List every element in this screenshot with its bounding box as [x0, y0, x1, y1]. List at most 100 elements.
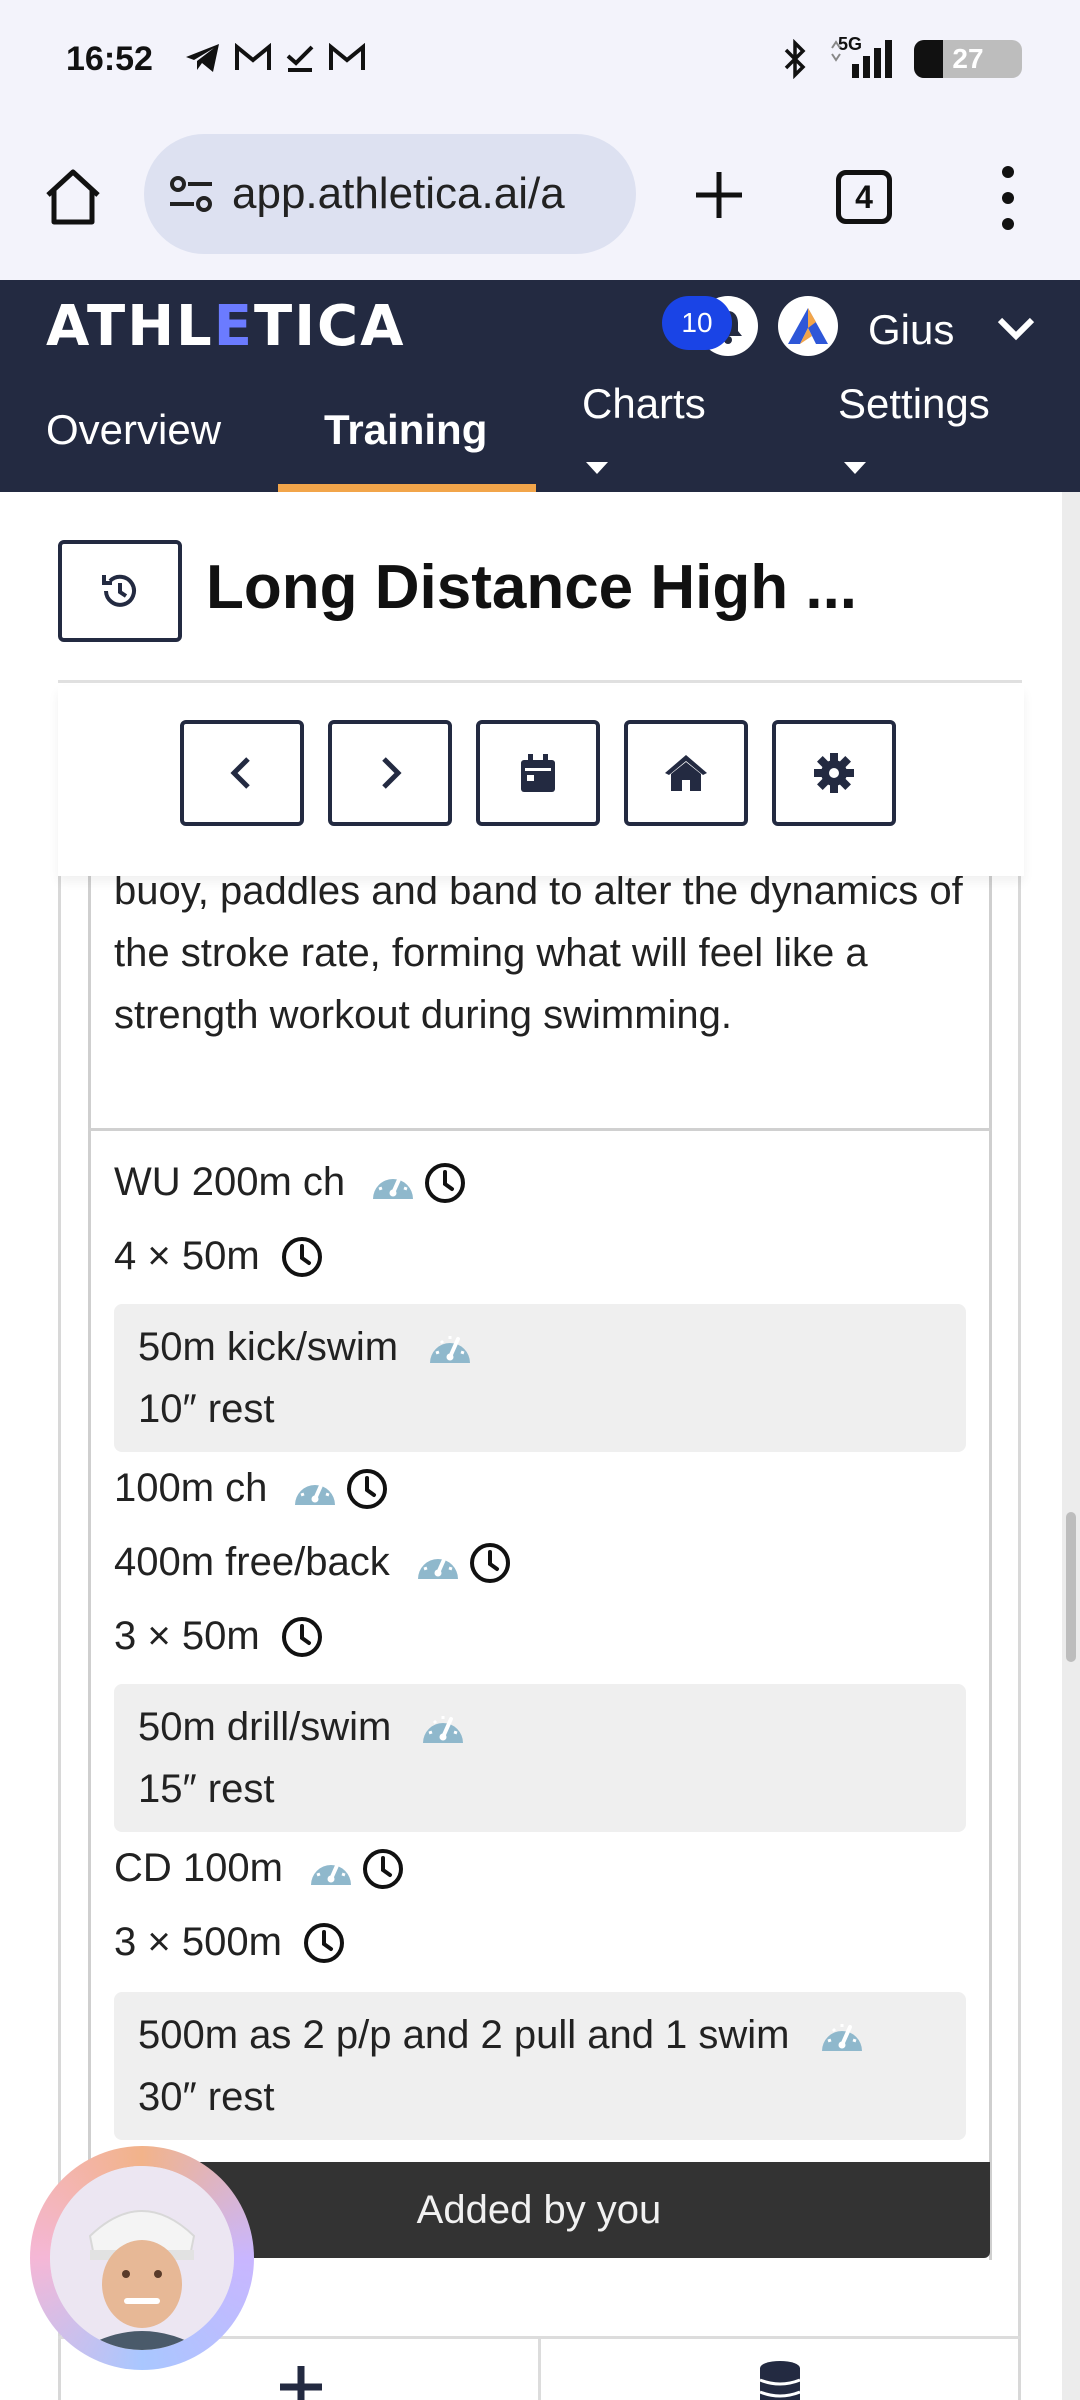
workout-toolbar	[58, 686, 1024, 876]
chevron-right-icon	[382, 757, 402, 789]
athletica-logo[interactable]: ATHLETICA	[46, 294, 406, 359]
notification-icons	[184, 42, 366, 74]
notification-badge: 10	[662, 296, 732, 350]
system-icons: 5G 27	[782, 34, 1022, 80]
gmail-icon	[329, 43, 365, 70]
check-download-icon	[286, 45, 314, 72]
user-avatar[interactable]	[778, 296, 838, 356]
calendar-icon	[521, 754, 555, 792]
scrollbar-thumb[interactable]	[1066, 1512, 1076, 1662]
database-icon	[759, 2361, 801, 2400]
plus-icon	[280, 2366, 322, 2400]
gauge-icon[interactable]	[369, 1163, 417, 1203]
divider	[58, 680, 1022, 683]
clock-icon[interactable]	[280, 1235, 324, 1279]
step-detail-box: 50m kick/swim 10″ rest	[114, 1304, 966, 1452]
chevron-down-icon[interactable]	[994, 306, 1038, 350]
tab-switcher-button[interactable]: 4	[836, 170, 892, 224]
page-title: Long Distance High ...	[206, 553, 858, 622]
clock-icon[interactable]	[280, 1615, 324, 1659]
step-text: 3 × 50m	[114, 1614, 260, 1658]
tab-charts[interactable]: Charts	[582, 380, 706, 428]
step-text: 50m kick/swim	[138, 1325, 399, 1369]
main-nav: Overview Training Charts Settings	[0, 372, 1080, 492]
rest-text: 30″ rest	[138, 2075, 275, 2119]
battery-level: 27	[952, 43, 984, 74]
step-text: 400m free/back	[114, 1540, 390, 1584]
menu-dot	[1002, 192, 1014, 204]
scrollbar-track[interactable]	[1062, 492, 1080, 2400]
step-repeat: 4 × 50m	[114, 1234, 324, 1279]
app-header: ATHLETICA 10 Gius	[0, 280, 1080, 372]
home-icon	[46, 169, 100, 225]
new-tab-button[interactable]	[684, 160, 754, 230]
clock-icon[interactable]	[423, 1161, 467, 1205]
active-tab-indicator	[278, 484, 536, 492]
divider	[538, 2336, 541, 2400]
clock-icon[interactable]	[468, 1541, 512, 1585]
gauge-icon[interactable]	[419, 1707, 467, 1747]
clock-icon[interactable]	[345, 1467, 389, 1511]
gauge-icon[interactable]	[818, 2015, 866, 2055]
athletica-a-icon	[788, 308, 828, 344]
calendar-button[interactable]	[476, 720, 600, 826]
caret-down-icon[interactable]	[844, 462, 866, 474]
home-button[interactable]	[38, 162, 108, 232]
menu-dot	[1002, 166, 1014, 178]
house-icon	[665, 755, 707, 791]
address-bar[interactable]: app.athletica.ai/a	[144, 134, 636, 254]
step-detail-box: 500m as 2 p/p and 2 pull and 1 swim 30″ …	[114, 1992, 966, 2140]
tab-overview[interactable]: Overview	[46, 406, 221, 454]
step-text: CD 100m	[114, 1846, 283, 1890]
home-workout-button[interactable]	[624, 720, 748, 826]
history-button[interactable]	[58, 540, 182, 642]
clock-icon[interactable]	[361, 1847, 405, 1891]
bluetooth-icon	[784, 39, 806, 79]
coach-avatar-button[interactable]	[30, 2146, 254, 2370]
step-text: 4 × 50m	[114, 1234, 260, 1278]
coach-face-icon	[50, 2166, 234, 2350]
user-name[interactable]: Gius	[868, 306, 954, 354]
workout-settings-button[interactable]	[772, 720, 896, 826]
menu-dot	[1002, 218, 1014, 230]
chevron-left-icon	[230, 757, 250, 789]
panel-border	[1018, 870, 1021, 2400]
plus-icon	[696, 172, 742, 218]
step-text: 50m drill/swim	[138, 1705, 392, 1749]
rest-text: 10″ rest	[138, 1387, 275, 1431]
gauge-icon[interactable]	[414, 1543, 462, 1583]
panel-border	[58, 870, 61, 2400]
tab-training[interactable]: Training	[324, 406, 487, 454]
clock-icon[interactable]	[302, 1921, 346, 1965]
site-settings-icon[interactable]	[168, 174, 214, 214]
caret-down-icon[interactable]	[586, 462, 608, 474]
signal-icon: 5G	[828, 34, 894, 80]
battery-icon: 27	[914, 40, 1022, 78]
step-cooldown: CD 100m	[114, 1846, 405, 1891]
previous-button[interactable]	[180, 720, 304, 826]
add-button[interactable]	[276, 2362, 326, 2400]
gauge-icon[interactable]	[307, 1849, 355, 1889]
step-text: 100m ch	[114, 1466, 268, 1510]
telegram-icon	[186, 44, 219, 72]
status-time: 16:52	[66, 40, 153, 78]
rest-text: 15″ rest	[138, 1767, 275, 1811]
step-text: 3 × 500m	[114, 1920, 282, 1964]
browser-menu-button[interactable]	[980, 160, 1036, 236]
step-warmup: WU 200m ch	[114, 1160, 467, 1205]
status-bar: 16:52 5G 27	[0, 0, 1080, 124]
history-icon	[102, 574, 136, 607]
gear-icon	[814, 753, 854, 793]
tab-settings[interactable]: Settings	[838, 380, 990, 428]
notifications-button[interactable]: 10	[662, 296, 758, 356]
divider	[88, 1128, 992, 1131]
step-text: 500m as 2 p/p and 2 pull and 1 swim	[138, 2013, 790, 2057]
next-button[interactable]	[328, 720, 452, 826]
step-repeat: 3 × 500m	[114, 1920, 346, 1965]
step-detail-box: 50m drill/swim 15″ rest	[114, 1684, 966, 1832]
gmail-icon	[235, 43, 271, 70]
gauge-icon[interactable]	[426, 1327, 474, 1367]
database-button[interactable]	[758, 2360, 802, 2400]
gauge-icon[interactable]	[291, 1469, 339, 1509]
url-text: app.athletica.ai/a	[232, 169, 565, 218]
